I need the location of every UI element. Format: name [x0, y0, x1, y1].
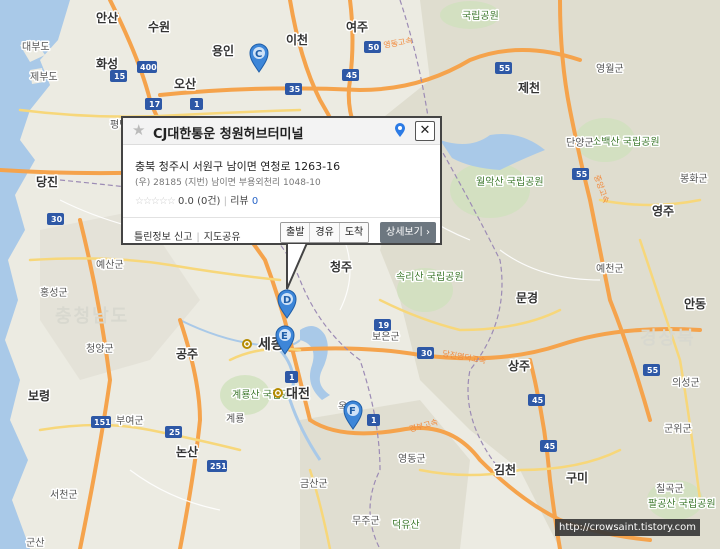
province-label: 충청남도: [55, 306, 129, 327]
province-label: 경상북: [640, 328, 696, 349]
city-label: 김천: [494, 462, 516, 477]
jibun-address: (우) 28185 (지번) 남이면 부용외천리 1048-10: [135, 178, 321, 188]
county-label: 영월군: [596, 63, 624, 75]
place-title[interactable]: CJ대한통운 청원허브터미널: [153, 123, 303, 142]
place-info-popup: ★ CJ대한통운 청원허브터미널 ✕ 충북 청주시 서원구 남이면 연청로 12…: [121, 116, 442, 245]
svg-text:45: 45: [532, 396, 544, 405]
svg-text:151: 151: [94, 418, 111, 427]
location-pin-icon[interactable]: [394, 122, 406, 138]
city-label: 제천: [518, 80, 540, 95]
svg-text:50: 50: [368, 43, 380, 52]
city-label: 공주: [176, 347, 198, 361]
depart-button[interactable]: 출발: [281, 223, 311, 242]
svg-text:400: 400: [140, 63, 157, 72]
county-label: 칠곡군: [656, 483, 684, 495]
svg-text:45: 45: [346, 71, 358, 80]
park-label: 덕유산: [392, 519, 420, 531]
city-label: 상주: [508, 358, 530, 373]
watermark: http://crowsaint.tistory.com: [555, 519, 700, 536]
county-label: 홍성군: [40, 286, 68, 299]
county-label: 제부도: [30, 71, 58, 83]
rating-text: 0.0 (0건): [178, 196, 221, 207]
divider: [123, 217, 440, 218]
review-count[interactable]: 0: [252, 196, 258, 207]
report-link[interactable]: 틀린정보 신고: [134, 232, 192, 243]
county-label: 예산군: [96, 259, 124, 271]
city-label: 이천: [286, 32, 308, 47]
county-label: 보은군: [372, 331, 400, 343]
rating-stars-icon: ☆☆☆☆☆: [135, 196, 176, 207]
park-label: 팔공산 국립공원: [648, 497, 716, 510]
county-label: 계룡: [226, 413, 244, 425]
city-label: 오산: [174, 76, 196, 91]
svg-text:17: 17: [149, 100, 160, 109]
county-label: 금산군: [300, 478, 328, 490]
svg-text:55: 55: [499, 64, 511, 73]
county-label: 영동군: [398, 453, 426, 465]
city-label: 문경: [516, 291, 538, 305]
map-canvas[interactable]: 충청남도 경상북 국립공원 월악산 국립공원 소백산 국립공원 속리산 국립공원…: [0, 0, 720, 549]
city-label: 안동: [684, 296, 706, 311]
svg-text:1: 1: [194, 100, 200, 109]
route-button-group: 출발 경유 도착: [280, 222, 370, 243]
city-label: 대전: [286, 386, 310, 402]
arrive-button[interactable]: 도착: [339, 223, 369, 242]
svg-text:19: 19: [378, 321, 390, 330]
city-label: 당진: [36, 174, 58, 189]
city-label: 보령: [28, 389, 50, 403]
road-address: 충북 청주시 서원구 남이면 연청로 1263-16: [135, 160, 341, 173]
city-label: 화성: [96, 56, 118, 71]
park-label: 속리산 국립공원: [396, 270, 464, 283]
city-label: 청주: [330, 259, 352, 274]
county-label: 청양군: [86, 343, 114, 355]
city-label: 논산: [176, 444, 198, 459]
city-label: 안산: [96, 10, 118, 25]
county-label: 서천군: [50, 489, 78, 501]
svg-text:55: 55: [576, 170, 588, 179]
county-label: 봉화군: [680, 173, 708, 185]
county-label: 군산: [26, 537, 44, 549]
popup-header: ★ CJ대한통운 청원허브터미널 ✕: [123, 118, 440, 145]
svg-text:251: 251: [210, 462, 227, 471]
svg-text:15: 15: [114, 72, 126, 81]
county-label: 의성군: [672, 377, 700, 389]
svg-text:1: 1: [289, 373, 295, 382]
review-label[interactable]: 리뷰: [230, 196, 248, 207]
via-button[interactable]: 경유: [310, 223, 340, 242]
county-label: 예천군: [596, 263, 624, 275]
city-label: 영주: [652, 203, 674, 218]
svg-text:30: 30: [421, 349, 433, 358]
svg-text:25: 25: [169, 428, 181, 437]
county-label: 군위군: [664, 422, 692, 435]
county-label: 무주군: [352, 515, 380, 527]
park-label: 월악산 국립공원: [476, 175, 544, 188]
svg-text:30: 30: [51, 215, 63, 224]
svg-text:C: C: [255, 49, 262, 60]
popup-links: 틀린정보 신고 | 지도공유: [134, 232, 241, 243]
svg-text:F: F: [349, 406, 356, 417]
county-label: 부여군: [116, 415, 144, 427]
city-label: 구미: [566, 470, 588, 485]
svg-text:35: 35: [289, 85, 301, 94]
svg-text:D: D: [283, 295, 291, 306]
park-label: 소백산 국립공원: [592, 135, 660, 148]
county-label: 대부도: [22, 41, 50, 53]
favorite-star-icon[interactable]: ★: [132, 121, 145, 139]
svg-text:55: 55: [647, 366, 659, 375]
close-button[interactable]: ✕: [415, 121, 435, 141]
popup-tail: [286, 243, 309, 290]
detail-button[interactable]: 상세보기 ›: [380, 222, 436, 243]
svg-text:1: 1: [371, 416, 377, 425]
svg-text:E: E: [281, 331, 288, 342]
park-label: 국립공원: [462, 9, 499, 22]
rating-row: ☆☆☆☆☆ 0.0 (0건) | 리뷰 0: [135, 196, 259, 207]
county-label: 단양군: [566, 137, 594, 149]
city-label: 용인: [212, 43, 234, 58]
share-link[interactable]: 지도공유: [204, 232, 241, 243]
svg-text:45: 45: [544, 442, 556, 451]
city-label: 여주: [346, 19, 368, 34]
city-label: 수원: [148, 20, 170, 34]
